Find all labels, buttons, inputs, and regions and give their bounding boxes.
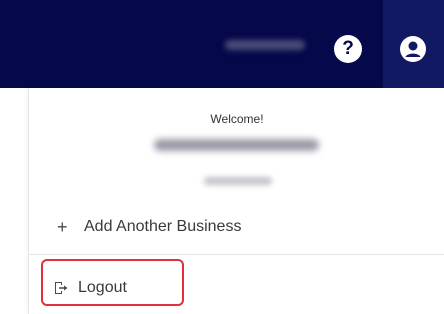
plus-icon: +: [57, 216, 68, 237]
blurred-user-subtitle: [204, 177, 272, 185]
logout-icon: [55, 282, 68, 294]
logout-label: Logout: [78, 279, 127, 296]
add-business-label: Add Another Business: [84, 218, 242, 235]
logout-button[interactable]: Logout: [53, 276, 127, 300]
blurred-user-name: [154, 139, 319, 151]
top-navigation-bar: ?: [0, 0, 444, 88]
welcome-message: Welcome!: [210, 112, 264, 126]
help-button[interactable]: ?: [334, 35, 362, 63]
blurred-username: [225, 40, 305, 50]
add-another-business-button[interactable]: + Add Another Business: [57, 215, 241, 239]
menu-divider: [29, 254, 444, 255]
account-menu-button[interactable]: [383, 0, 444, 88]
account-dropdown: Welcome! + Add Another Business Logout: [28, 88, 444, 314]
user-circle-icon: [400, 36, 426, 62]
help-icon: ?: [342, 38, 354, 59]
